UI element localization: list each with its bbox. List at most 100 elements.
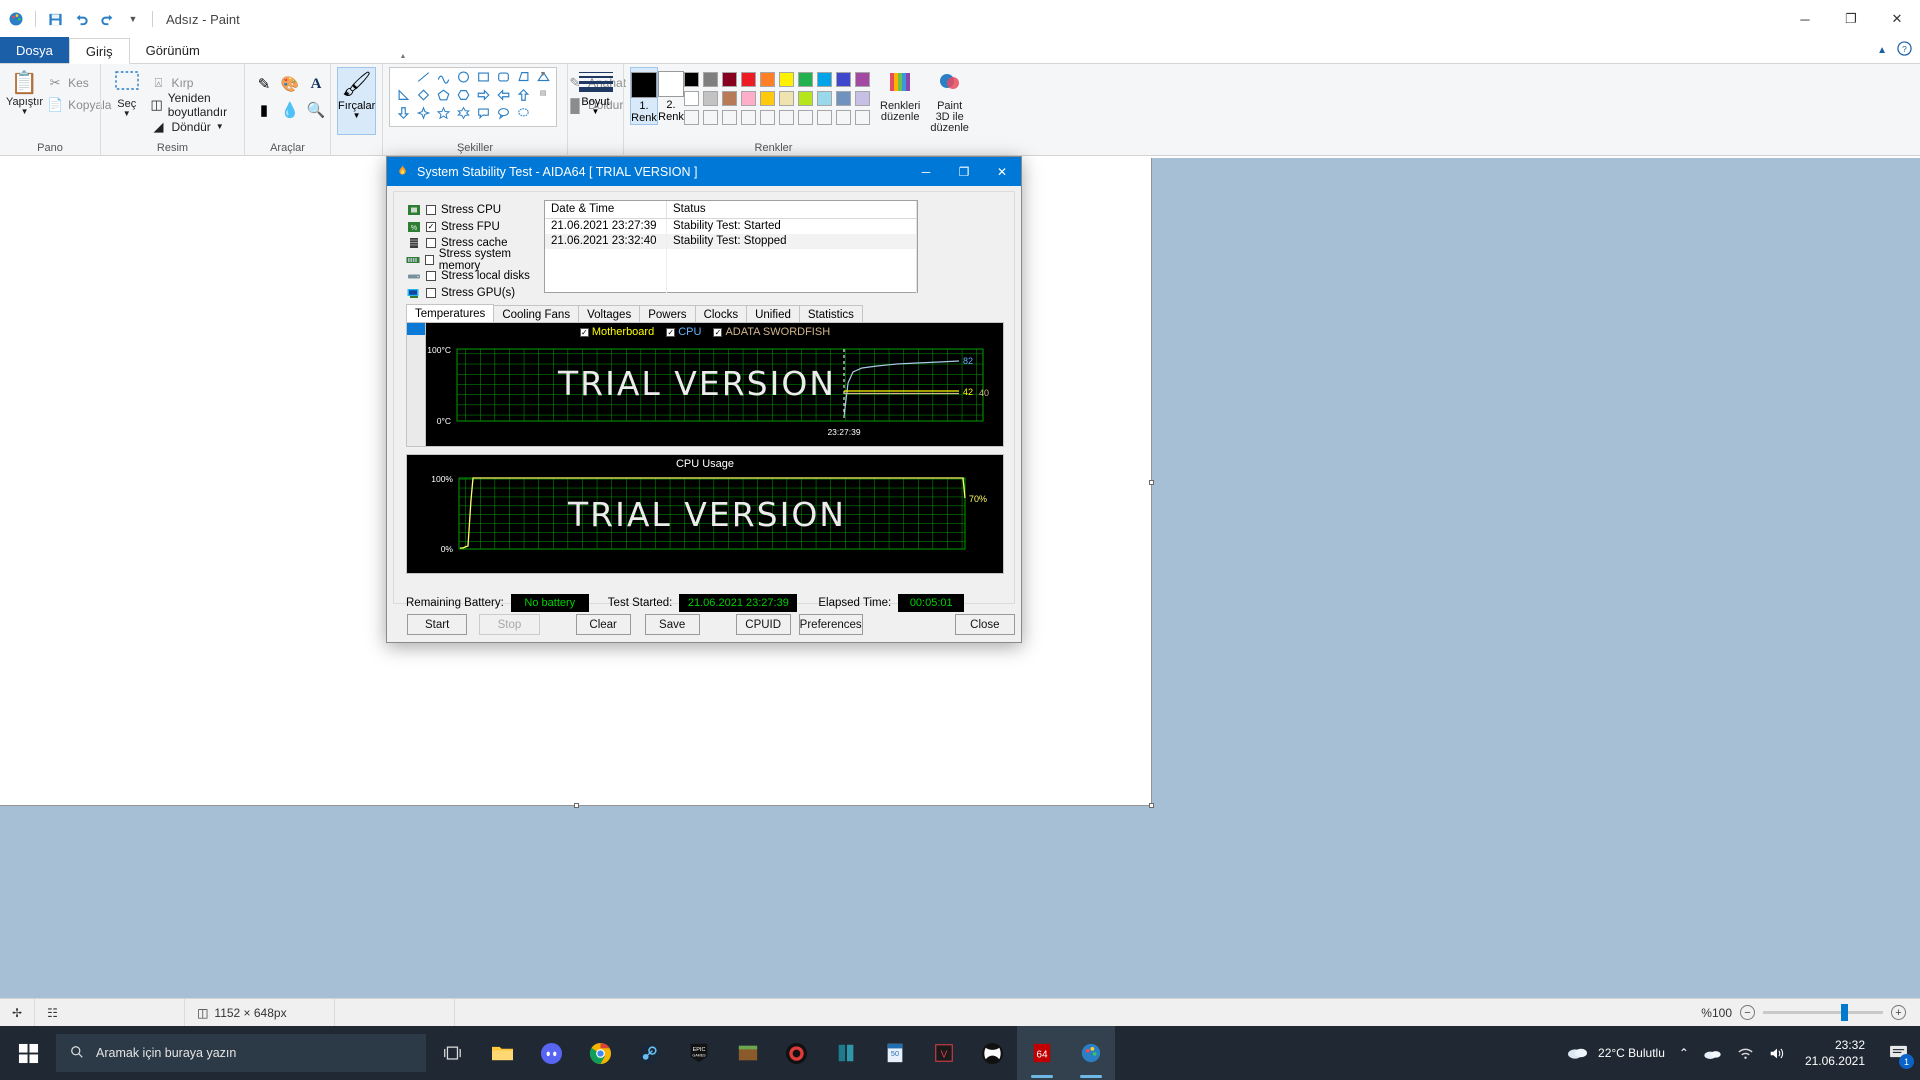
table-row[interactable] [545,249,917,264]
paste-button[interactable]: 📋 Yapıştır ▼ [6,67,43,116]
shape-ellipse-icon[interactable] [456,70,471,89]
save-icon[interactable] [45,9,65,29]
windows-start-icon[interactable] [0,1026,56,1080]
rotate-button[interactable]: ◢ Döndür ▼ [146,116,238,138]
table-row[interactable]: 21.06.2021 23:27:39 Stability Test: Star… [545,219,917,234]
legend-item-motherboard[interactable]: ✓ Motherboard [579,326,654,338]
table-row[interactable] [545,264,917,279]
minimize-button[interactable]: ─ [1782,0,1828,38]
swatch[interactable] [741,72,756,87]
swatch[interactable] [836,110,851,125]
shape-left-arrow-icon[interactable] [496,88,511,107]
shape-right-triangle-icon[interactable] [396,88,411,107]
help-icon[interactable]: ? [1897,41,1912,59]
weather-widget[interactable]: 22°C Bulutlu [1559,1026,1672,1080]
aida-close-action-button[interactable]: Close [954,614,1015,635]
select-caret-icon[interactable]: ▼ [123,110,131,118]
tab-file[interactable]: Dosya [0,37,69,63]
shape-rounded-callout-icon[interactable] [476,106,491,125]
stop-button[interactable]: Stop [479,614,540,635]
search-input[interactable]: Aramak için buraya yazın [56,1034,426,1072]
aida64-icon[interactable]: 64 [1017,1026,1066,1080]
start-button[interactable]: Start [407,614,468,635]
swatch[interactable] [684,72,699,87]
vegas-icon[interactable]: V [919,1026,968,1080]
stress-option-disks[interactable]: Stress local disks [406,268,538,285]
chevron-up-icon[interactable]: ▲ [1877,45,1887,56]
tab-home[interactable]: Giriş [68,38,130,64]
pencil-icon[interactable]: ✎ [258,75,271,93]
zoom-slider[interactable] [1763,1004,1883,1021]
onedrive-icon[interactable] [1696,1026,1730,1080]
paint-icon[interactable] [1066,1026,1115,1080]
shapes-expand-icon[interactable]: ▤ [538,87,549,143]
file-explorer-icon[interactable] [478,1026,527,1080]
save-button[interactable]: Save [644,614,700,635]
temperatures-scroll-indicator[interactable] [406,322,426,447]
shape-line-icon[interactable] [416,70,431,89]
stress-gpu-checkbox[interactable] [426,287,436,298]
epic-games-icon[interactable]: EPIC GAMES [674,1026,723,1080]
shape-rectangle-icon[interactable] [476,70,491,89]
swatch[interactable] [817,110,832,125]
paint3d-button[interactable]: Paint 3D ile düzenle [930,67,969,134]
swatch[interactable] [760,91,775,106]
stress-option-gpu[interactable]: Stress GPU(s) [406,285,538,302]
fill-icon[interactable]: 🎨 [281,75,300,93]
color-picker-icon[interactable]: 💧 [281,101,300,119]
steam-icon[interactable] [625,1026,674,1080]
shape-pentagon-icon[interactable] [436,88,451,107]
wifi-icon[interactable] [1730,1026,1761,1080]
swatch[interactable] [760,110,775,125]
shape-oval-callout-icon[interactable] [496,106,511,125]
legend-motherboard-checkbox[interactable]: ✓ [579,327,589,337]
swatch[interactable] [760,72,775,87]
brushes-caret-icon[interactable]: ▼ [353,112,361,120]
cpuid-button[interactable]: CPUID [735,614,791,635]
zoom-slider-thumb[interactable] [1841,1004,1848,1021]
aida-close-button[interactable]: ✕ [983,157,1021,186]
swatch[interactable] [817,91,832,106]
color-palette[interactable] [684,67,872,127]
msi-afterburner-icon[interactable]: 50 [870,1026,919,1080]
maximize-button[interactable]: ❐ [1828,0,1874,38]
stress-option-memory[interactable]: Stress system memory [406,248,538,272]
legend-item-adata[interactable]: ✓ ADATA SWORDFISH [713,326,830,338]
blue-app-icon[interactable] [821,1026,870,1080]
aida-minimize-button[interactable]: ─ [907,157,945,186]
eraser-icon[interactable]: ▮ [260,101,268,119]
show-hidden-icons-button[interactable]: ⌃ [1672,1026,1696,1080]
close-button[interactable]: ✕ [1874,0,1920,38]
swatch[interactable] [703,110,718,125]
legend-adata-checkbox[interactable]: ✓ [713,327,723,337]
canvas-handle-right[interactable] [1149,480,1154,485]
resize-button[interactable]: ◫ Yeniden boyutlandır [146,91,238,119]
shape-polygon-icon[interactable] [516,70,531,89]
size-caret-icon[interactable]: ▼ [592,108,600,116]
stability-log-table[interactable]: Date & Time Status 21.06.2021 23:27:39 S… [544,200,918,294]
shapes-gallery[interactable]: ▲ ▼ ▤ [389,53,557,127]
swatch[interactable] [703,91,718,106]
select-button[interactable]: Seç ▼ [107,67,146,118]
shape-cloud-callout-icon[interactable] [516,106,531,125]
tab-view[interactable]: Görünüm [130,37,216,63]
stress-cpu-checkbox[interactable] [426,205,436,216]
table-row[interactable]: 21.06.2021 23:32:40 Stability Test: Stop… [545,234,917,249]
zoom-out-button[interactable]: − [1740,1005,1755,1020]
magnifier-icon[interactable]: 🔍 [307,101,326,119]
swatch[interactable] [855,91,870,106]
xbox-icon[interactable] [968,1026,1017,1080]
chrome-icon[interactable] [576,1026,625,1080]
shape-five-point-star-icon[interactable] [436,106,451,125]
shape-right-arrow-icon[interactable] [476,88,491,107]
preferences-button[interactable]: Preferences [798,614,863,635]
size-button[interactable]: Boyut ▼ [574,67,617,116]
stress-cache-checkbox[interactable] [426,238,436,249]
swatch[interactable] [798,110,813,125]
swatch[interactable] [684,91,699,106]
swatch[interactable] [817,72,832,87]
shape-six-point-star-icon[interactable] [456,106,471,125]
swatch[interactable] [684,110,699,125]
edit-colors-button[interactable]: Renkleri düzenle [880,67,920,123]
swatch[interactable] [836,91,851,106]
